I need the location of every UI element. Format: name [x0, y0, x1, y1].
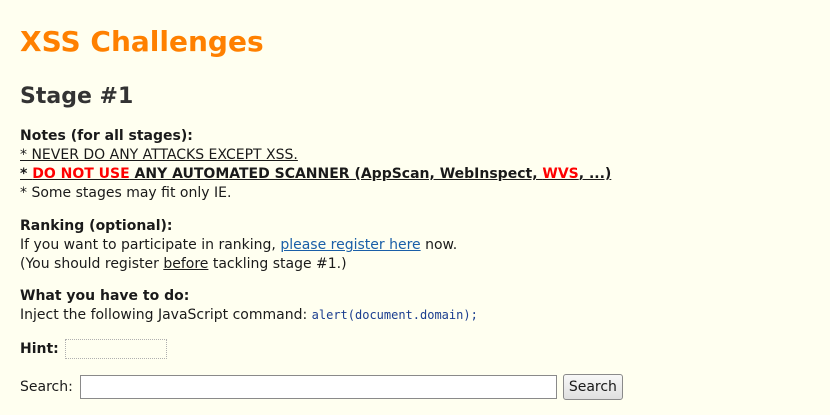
- ranking-heading: Ranking (optional):: [20, 218, 173, 234]
- notes-line-3: * Some stages may fit only IE.: [20, 185, 232, 201]
- search-button[interactable]: Search: [562, 374, 623, 400]
- register-link[interactable]: please register here: [280, 237, 420, 253]
- before-emphasis: before: [163, 256, 209, 272]
- page-title: XSS Challenges: [20, 25, 264, 58]
- task-section: What you have to do: Inject the followin…: [20, 287, 478, 325]
- ranking-line-2-end: tackling stage #1.): [208, 256, 347, 272]
- ranking-line-2-text: (You should register: [20, 256, 164, 272]
- hint-section: Hint:: [20, 339, 167, 359]
- ranking-line-2: (You should register before tackling sta…: [20, 255, 457, 274]
- search-label: Search:: [20, 378, 73, 395]
- ranking-line-1-end: now.: [420, 237, 458, 253]
- notes-section: Notes (for all stages): * NEVER DO ANY A…: [20, 127, 611, 203]
- hint-label: Hint:: [20, 340, 59, 357]
- wvs-label: WVS: [542, 166, 579, 182]
- search-form: Search: Search: [20, 374, 623, 400]
- notes-line-2-prefix: *: [20, 166, 33, 182]
- hint-box: [64, 339, 167, 359]
- scanner-list: ANY AUTOMATED SCANNER (AppScan, WebInspe…: [129, 166, 543, 182]
- task-heading: What you have to do:: [20, 288, 190, 304]
- target-command: alert(document.domain);: [311, 308, 478, 322]
- ranking-line-1: If you want to participate in ranking, p…: [20, 236, 457, 255]
- search-input[interactable]: [79, 375, 557, 399]
- ranking-line-1-text: If you want to participate in ranking,: [20, 237, 281, 253]
- do-not-use-warning: DO NOT USE: [32, 166, 130, 182]
- task-text: Inject the following JavaScript command:: [20, 307, 312, 323]
- ranking-section: Ranking (optional): If you want to parti…: [20, 217, 457, 274]
- stage-heading: Stage #1: [20, 84, 134, 109]
- task-line: Inject the following JavaScript command:…: [20, 306, 478, 325]
- notes-line-2: * DO NOT USE ANY AUTOMATED SCANNER (AppS…: [20, 165, 611, 184]
- scanner-list-end: , ...): [578, 166, 612, 182]
- notes-line-1: * NEVER DO ANY ATTACKS EXCEPT XSS.: [20, 147, 298, 163]
- notes-heading: Notes (for all stages):: [20, 128, 193, 144]
